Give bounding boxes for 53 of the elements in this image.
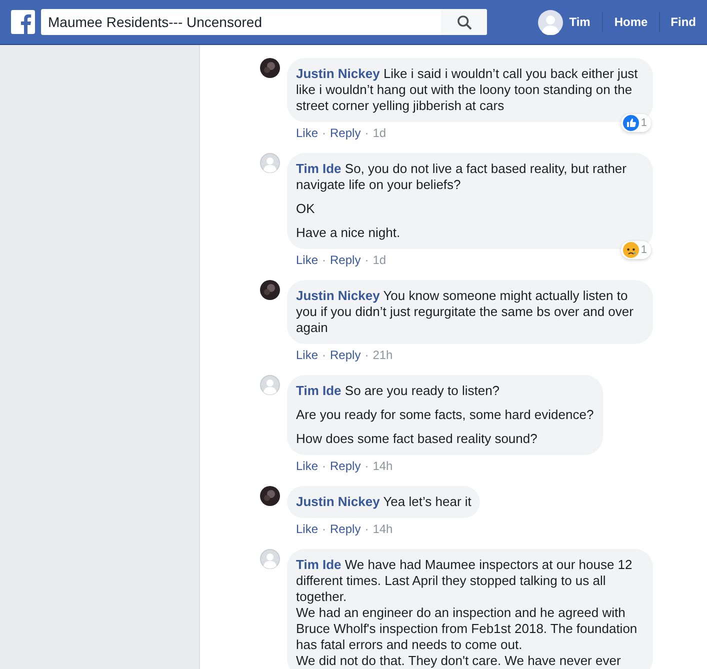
reply-link[interactable]: Reply — [330, 521, 361, 537]
comment-time: 1d — [372, 125, 386, 141]
reply-link[interactable]: Reply — [330, 252, 361, 268]
avatar-icon[interactable] — [260, 486, 280, 506]
separator-dot: · — [322, 347, 326, 363]
search-icon — [456, 14, 472, 30]
separator-dot: · — [322, 125, 326, 141]
comment-text: Tim Ide We have had Maumee inspectors at our house 12 different times. Last April they stopped talking to us all together. We had an engineer do an inspection and he agreed with Bruce Wholf's inspection from Feb1st 2018. The foundation has fatal errors and needs to come out. We did not do that. They don't care. We have never ever — [296, 557, 638, 669]
separator-dot: · — [322, 458, 326, 474]
author-link[interactable]: Justin Nickey — [296, 494, 380, 509]
search-button[interactable] — [441, 9, 487, 35]
separator-dot: · — [364, 125, 369, 141]
like-link[interactable]: Like — [296, 347, 318, 363]
comment-text: How does some fact based reality sound? — [296, 431, 538, 447]
author-link[interactable]: Justin Nickey — [296, 288, 380, 303]
like-reaction-icon — [622, 115, 639, 131]
comment-text: OK — [296, 201, 316, 217]
avatar-icon[interactable] — [260, 280, 280, 300]
like-link[interactable]: Like — [296, 458, 318, 474]
separator-dot: · — [364, 252, 369, 268]
nav-link[interactable]: Find — [660, 13, 707, 31]
separator-dot: · — [322, 252, 326, 268]
reply-link[interactable]: Reply — [330, 347, 361, 363]
author-link[interactable]: Justin Nickey — [296, 66, 380, 81]
reply-link[interactable]: Reply — [330, 125, 361, 141]
author-link[interactable]: Tim Ide — [296, 383, 342, 398]
comment-text: Justin Nickey Yea let’s hear it — [296, 494, 472, 510]
author-link[interactable]: Tim Ide — [296, 557, 342, 572]
comment-text: Justin Nickey Like i said i wouldn’t call you back either just like i wouldn’t hang out with the loony toon standing on the street corner yelling jibberish at cars — [296, 66, 639, 114]
comment-time: 21h — [372, 347, 393, 363]
like-link[interactable]: Like — [296, 125, 318, 141]
separator-dot: · — [364, 347, 369, 363]
like-link[interactable]: Like — [296, 252, 318, 268]
comment-time: 14h — [372, 521, 393, 537]
comment-time: 14h — [372, 458, 393, 474]
avatar-icon[interactable] — [260, 58, 280, 78]
comment-time: 1d — [372, 252, 386, 268]
user-link[interactable]: Tim — [569, 13, 590, 31]
like-link[interactable]: Like — [296, 521, 318, 537]
comment-text: Have a nice night. — [296, 225, 402, 241]
facebook-logo-icon[interactable] — [11, 10, 35, 34]
separator-dot: · — [322, 521, 326, 537]
comment-text: Justin Nickey You know someone might actually listen to you if you didn’t just regurgitate the same bs over and over again — [296, 288, 634, 336]
comment-text: Tim Ide So are you ready to listen? — [296, 383, 501, 399]
sad-face-icon — [622, 242, 639, 258]
comment-text: Tim Ide So, you do not live a fact based reality, but rather navigate life on your beliefs? — [296, 161, 628, 193]
author-link[interactable]: Tim Ide — [296, 161, 342, 176]
separator-dot: · — [364, 521, 369, 537]
comment-text: Are you ready for some facts, some hard evidence? — [296, 407, 594, 423]
user-avatar-icon[interactable] — [538, 10, 564, 34]
reply-link[interactable]: Reply — [330, 458, 361, 474]
nav-link[interactable]: Home — [603, 13, 659, 31]
separator-dot: · — [364, 458, 369, 474]
